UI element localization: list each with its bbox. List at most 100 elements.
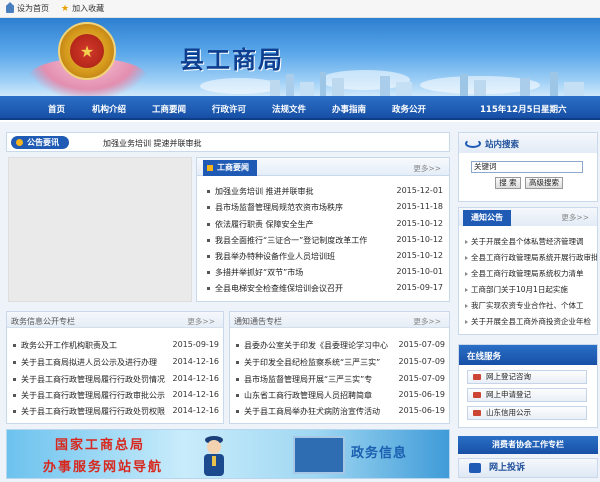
list-item[interactable]: 关于县工商行政管理局履行行政审批公示 2014-12-16 <box>13 390 219 404</box>
set-home-link[interactable]: 设为首页 <box>6 1 49 14</box>
list-item[interactable]: 关于印发全县纪检监察系统“三严三实” 2015-07-09 <box>236 357 445 371</box>
sidebar-notice-text: 关于开展全县工商外商投资企业年检 <box>471 317 591 326</box>
advanced-search-button[interactable]: 高级搜索 <box>525 177 563 189</box>
gov-panel-header: 政务信息公开专栏 更多>> <box>7 312 223 328</box>
home-icon <box>6 1 14 13</box>
list-item[interactable]: 关于开展全县工商外商投资企业年检 <box>465 316 597 328</box>
list-item[interactable]: 县市场监督管理局规范农资市场秩序 2015-11-18 <box>207 202 443 216</box>
gov-panel-title: 政务信息公开专栏 <box>11 317 75 326</box>
nav-item-public[interactable]: 政务公开 <box>392 103 426 115</box>
list-item[interactable]: 政务公开工作机构职责及工 2015-09-19 <box>13 340 219 354</box>
add-favorite-link[interactable]: ★ 加入收藏 <box>61 3 104 14</box>
complaint-label: 网上投诉 <box>489 463 526 473</box>
bullet-icon <box>13 361 16 364</box>
nav-item-guide[interactable]: 办事指南 <box>332 103 366 115</box>
nav-item-home[interactable]: 首页 <box>48 103 65 115</box>
bullet-icon <box>13 410 16 413</box>
sidebar-notice-more[interactable]: 更多>> <box>561 212 589 223</box>
list-item[interactable]: 关于县工商局拟进人员公示及进行办理 2014-12-16 <box>13 357 219 371</box>
notice-date: 2015-06-19 <box>398 406 446 415</box>
news-title: 我县全面推行“三证合一”登记制度改革工作 <box>215 236 368 245</box>
search-input[interactable]: 关键词 <box>471 161 583 173</box>
notice-more-link[interactable]: 更多>> <box>413 316 441 327</box>
notice-strip: 公告要讯 加强业务培训 提速并联审批 <box>6 132 450 152</box>
nav-item-about[interactable]: 机构介绍 <box>92 103 126 115</box>
site-search-box: 站内搜索 关键词 搜 索 高级搜索 <box>458 132 598 202</box>
service-link[interactable]: 网上申请登记 <box>467 388 587 402</box>
banner-right-text: 政务信息 <box>351 446 408 461</box>
news-date: 2015-12-01 <box>396 186 444 195</box>
news-date: 2015-09-17 <box>396 283 444 292</box>
list-item[interactable]: 依法履行职责 保障安全生产 2015-10-12 <box>207 219 443 233</box>
list-item[interactable]: 关于县工商行政管理局履行行政处罚权限 2014-12-16 <box>13 406 219 420</box>
list-item[interactable]: 多措并举抓好“双节”市场 2015-10-01 <box>207 267 443 281</box>
gov-more-link[interactable]: 更多>> <box>187 316 215 327</box>
sidebar-notice-text: 我厂实现农资专业合作社、个体工 <box>471 301 584 310</box>
gov-title: 政务公开工作机构职责及工 <box>21 341 117 350</box>
sidebar-notice-box: 通知公告 更多>> 关于开展全县个体私营经济管理调 全县工商行政管理局系统开展行… <box>458 207 598 335</box>
list-item[interactable]: 全县工商行政管理局系统权力清单 <box>465 268 597 280</box>
notice-panel: 通知通告专栏 更多>> 县委办公室关于印发《县委理论学习中心 2015-07-09… <box>229 311 450 424</box>
online-service-header: 在线服务 <box>459 345 597 365</box>
notice-date: 2015-07-09 <box>398 340 446 349</box>
sidebar-notice-title[interactable]: 通知公告 <box>463 210 511 226</box>
notice-date: 2015-06-19 <box>398 390 446 399</box>
consumer-association-link[interactable]: 消费者协会工作专栏 <box>458 436 598 454</box>
list-item[interactable]: 关于开展全县个体私营经济管理调 <box>465 236 597 248</box>
search-title: 站内搜索 <box>485 140 520 150</box>
notice-title: 县委办公室关于印发《县委理论学习中心 <box>244 341 388 350</box>
bullet-icon <box>207 287 210 290</box>
gov-title: 关于县工商行政管理局履行行政处罚情况 <box>21 375 165 384</box>
service-link[interactable]: 网上登记咨询 <box>467 370 587 384</box>
list-item[interactable]: 山东省工商行政管理局人员招聘简章 2015-06-19 <box>236 390 445 404</box>
list-item[interactable]: 关于县工商行政管理局履行行政处罚情况 2014-12-16 <box>13 374 219 388</box>
list-item[interactable]: 县委办公室关于印发《县委理论学习中心 2015-07-09 <box>236 340 445 354</box>
bullet-icon <box>207 190 210 193</box>
nav-item-regulations[interactable]: 法规文件 <box>272 103 306 115</box>
triangle-bullet-icon <box>465 304 468 308</box>
news-box: 工商要闻 更多>> 加强业务培训 推进并联审批 2015-12-01 县市场监督管… <box>196 157 450 302</box>
emblem-star-icon: ★ <box>70 34 104 68</box>
notice-scrolling-text[interactable]: 加强业务培训 提速并联审批 <box>103 138 202 149</box>
list-item[interactable]: 关于县工商局举办狂犬病防治宣传活动 2015-06-19 <box>236 406 445 420</box>
news-title: 多措并举抓好“双节”市场 <box>215 268 304 277</box>
gov-date: 2014-12-16 <box>172 406 220 415</box>
list-item[interactable]: 县市场监督管理局开展“三严三实”专 2015-07-09 <box>236 374 445 388</box>
news-title: 我县举办特种设备作业人员培训班 <box>215 252 335 261</box>
online-complaint-button[interactable]: 网上投诉 <box>458 458 598 478</box>
news-date: 2015-10-12 <box>396 219 444 228</box>
notice-title: 关于印发全县纪检监察系统“三严三实” <box>244 358 381 367</box>
bullet-icon <box>236 378 239 381</box>
gov-date: 2015-09-19 <box>172 340 220 349</box>
service-icon <box>473 392 481 398</box>
triangle-bullet-icon <box>465 240 468 244</box>
list-item[interactable]: 我县全面推行“三证合一”登记制度改革工作 2015-10-12 <box>207 235 443 249</box>
news-more-link[interactable]: 更多>> <box>413 163 441 174</box>
triangle-bullet-icon <box>465 288 468 292</box>
bullet-icon <box>207 255 210 258</box>
gov-title: 关于县工商行政管理局履行行政处罚权限 <box>21 407 165 416</box>
building-screen-image <box>293 436 345 474</box>
news-photo-placeholder[interactable] <box>8 157 192 302</box>
news-date: 2015-10-01 <box>396 267 444 276</box>
tab-news[interactable]: 工商要闻 <box>203 160 257 176</box>
promo-banner[interactable]: 国家工商总局 办事服务网站导航 政务信息 <box>6 429 450 479</box>
gov-date: 2014-12-16 <box>172 390 220 399</box>
list-item[interactable]: 工商部门关于10月1日起实施 <box>465 284 597 296</box>
emblem-logo: ★ <box>58 22 116 80</box>
nav-item-news[interactable]: 工商要闻 <box>152 103 186 115</box>
nav-item-license[interactable]: 行政许可 <box>212 103 246 115</box>
list-item[interactable]: 我厂实现农资专业合作社、个体工 <box>465 300 597 312</box>
bullet-icon <box>236 394 239 397</box>
notice-panel-header: 通知通告专栏 更多>> <box>230 312 449 328</box>
list-item[interactable]: 我县举办特种设备作业人员培训班 2015-10-12 <box>207 251 443 265</box>
service-link[interactable]: 山东信用公示 <box>467 406 587 420</box>
complaint-icon <box>469 463 481 473</box>
search-button[interactable]: 搜 索 <box>495 177 521 189</box>
list-item[interactable]: 加强业务培训 推进并联审批 2015-12-01 <box>207 186 443 200</box>
news-box-header: 工商要闻 更多>> <box>197 158 449 176</box>
list-item[interactable]: 全县电梯安全检查维保培训会议召开 2015-09-17 <box>207 283 443 297</box>
list-item[interactable]: 全县工商行政管理局系统开展行政审批 <box>465 252 597 264</box>
notice-badge: 公告要讯 <box>11 136 69 149</box>
sidebar-notice-header: 通知公告 更多>> <box>459 208 597 226</box>
